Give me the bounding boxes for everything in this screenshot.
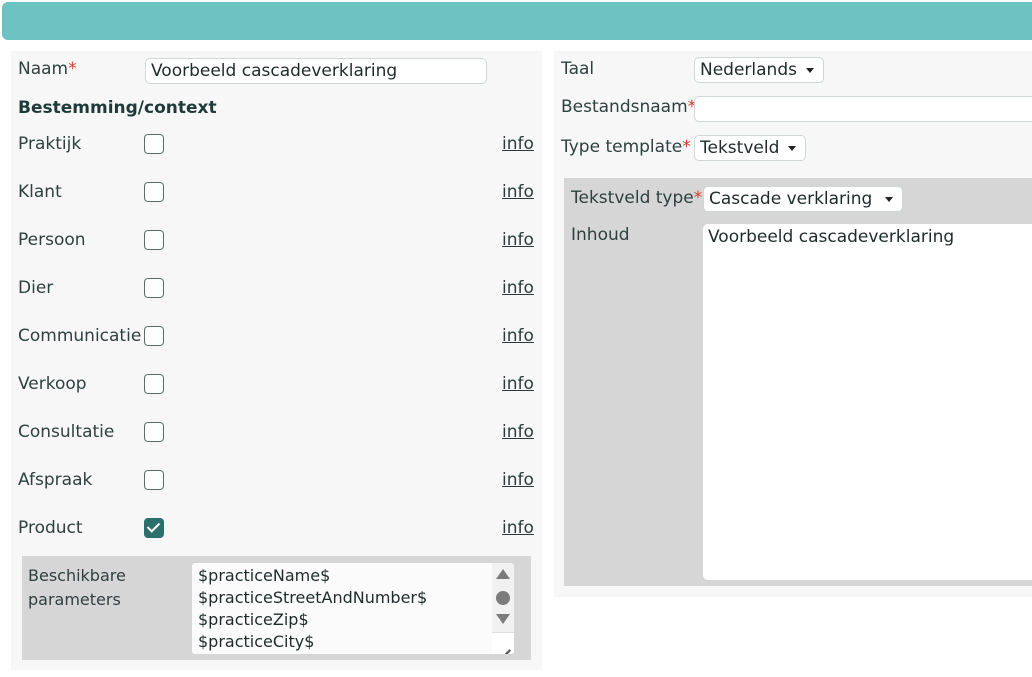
context-row-product: Product info <box>11 516 542 544</box>
info-link[interactable]: info <box>502 422 534 442</box>
info-link[interactable]: info <box>502 470 534 490</box>
info-link[interactable]: info <box>502 134 534 154</box>
chevron-down-icon <box>805 68 814 73</box>
info-link[interactable]: info <box>502 230 534 250</box>
context-label: Afspraak <box>18 470 93 490</box>
scroll-up-icon[interactable] <box>496 569 510 579</box>
context-label: Product <box>18 518 83 538</box>
context-label: Verkoop <box>18 374 87 394</box>
taal-select[interactable]: Nederlands <box>694 57 824 83</box>
parameter-line: $practiceZip$ <box>198 610 309 629</box>
inhoud-label: Inhoud <box>571 225 630 245</box>
chevron-down-icon <box>885 197 893 202</box>
bestandsnaam-input[interactable] <box>694 96 1032 122</box>
parameters-scrollbar[interactable] <box>492 563 514 654</box>
right-panel: Taal Nederlands Bestandsnaam* Type templ… <box>554 51 1032 597</box>
scroll-down-icon[interactable] <box>496 614 510 624</box>
context-row-praktijk: Praktijk info <box>11 132 542 160</box>
context-label: Communicatie <box>18 326 142 346</box>
naam-label: Naam* <box>18 59 77 79</box>
context-checkbox-dier[interactable] <box>144 278 164 298</box>
parameter-line: $practiceCity$ <box>198 632 315 651</box>
tekstveld-box: Tekstveld type* Cascade verklaring Inhou… <box>564 178 1032 586</box>
info-link[interactable]: info <box>502 182 534 202</box>
naam-input[interactable]: Voorbeeld cascadeverklaring <box>145 58 487 84</box>
context-checkbox-product[interactable] <box>144 518 164 538</box>
tekstveld-type-label: Tekstveld type* <box>571 188 703 208</box>
parameters-label: Beschikbare parameters <box>28 566 126 609</box>
context-checkbox-consultatie[interactable] <box>144 422 164 442</box>
context-row-communicatie: Communicatie info <box>11 324 542 352</box>
type-template-select[interactable]: Tekstveld <box>694 135 807 161</box>
inhoud-textarea[interactable]: Voorbeeld cascadeverklaring <box>703 224 1032 580</box>
context-label: Consultatie <box>18 422 115 442</box>
taal-label: Taal <box>561 59 595 79</box>
info-link[interactable]: info <box>502 518 534 538</box>
chevron-down-icon <box>788 146 797 151</box>
context-row-klant: Klant info <box>11 180 542 208</box>
left-panel: Naam* Voorbeeld cascadeverklaring Bestem… <box>11 51 542 670</box>
parameter-line: $practiceStreetAndNumber$ <box>198 588 428 607</box>
context-row-consultatie: Consultatie info <box>11 420 542 448</box>
context-row-dier: Dier info <box>11 276 542 304</box>
context-checkbox-praktijk[interactable] <box>144 134 164 154</box>
context-checkbox-persoon[interactable] <box>144 230 164 250</box>
parameters-box: Beschikbare parameters $practiceName$ $pr… <box>22 556 531 660</box>
parameter-line: $practiceName$ <box>198 566 331 585</box>
info-link[interactable]: info <box>502 278 534 298</box>
info-link[interactable]: info <box>502 326 534 346</box>
info-link[interactable]: info <box>502 374 534 394</box>
type-template-label: Type template* <box>561 137 691 157</box>
resize-grip-icon[interactable] <box>492 632 514 654</box>
context-checkbox-klant[interactable] <box>144 182 164 202</box>
context-label: Dier <box>18 278 54 298</box>
section-title: Bestemming/context <box>18 98 217 118</box>
bestandsnaam-label: Bestandsnaam* <box>561 97 697 117</box>
context-row-afspraak: Afspraak info <box>11 468 542 496</box>
context-checkbox-afspraak[interactable] <box>144 470 164 490</box>
tekstveld-type-select[interactable]: Cascade verklaring <box>703 186 903 212</box>
context-row-verkoop: Verkoop info <box>11 372 542 400</box>
parameters-textarea[interactable]: $practiceName$ $practiceStreetAndNumber$ $… <box>192 563 514 654</box>
scroll-thumb[interactable] <box>496 591 510 605</box>
context-label: Klant <box>18 182 62 202</box>
context-row-persoon: Persoon info <box>11 228 542 256</box>
context-label: Praktijk <box>18 134 82 154</box>
context-label: Persoon <box>18 230 86 250</box>
context-checkbox-verkoop[interactable] <box>144 374 164 394</box>
top-bar <box>2 2 1032 40</box>
context-checkbox-communicatie[interactable] <box>144 326 164 346</box>
